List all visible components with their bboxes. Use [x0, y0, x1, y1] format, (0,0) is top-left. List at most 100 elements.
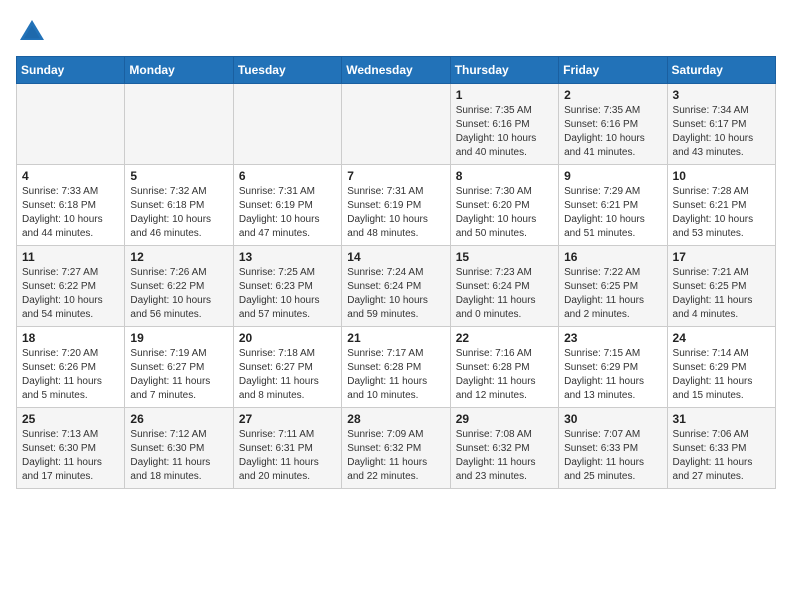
day-info: Sunrise: 7:07 AM Sunset: 6:33 PM Dayligh… [564, 428, 661, 484]
day-info: Sunrise: 7:25 AM Sunset: 6:23 PM Dayligh… [239, 266, 336, 322]
day-info: Sunrise: 7:27 AM Sunset: 6:22 PM Dayligh… [22, 266, 119, 322]
calendar-day-cell: 31 Sunrise: 7:06 AM Sunset: 6:33 PM Dayli… [667, 408, 775, 489]
calendar-header-row: SundayMondayTuesdayWednesdayThursdayFrid… [17, 57, 776, 84]
day-number: 21 [347, 331, 444, 345]
calendar-week-row: 1 Sunrise: 7:35 AM Sunset: 6:16 PM Daylig… [17, 84, 776, 165]
day-info: Sunrise: 7:22 AM Sunset: 6:25 PM Dayligh… [564, 266, 661, 322]
calendar-day-cell: 23Sunrise: 7:15 AM Sunset: 6:29 PM Dayli… [559, 327, 667, 408]
day-number: 2 [564, 88, 661, 102]
calendar-day-cell: 1 Sunrise: 7:35 AM Sunset: 6:16 PM Daylig… [450, 84, 558, 165]
day-number: 14 [347, 250, 444, 264]
column-header-sunday: Sunday [17, 57, 125, 84]
calendar-day-cell: 10 Sunrise: 7:28 AM Sunset: 6:21 PM Dayli… [667, 165, 775, 246]
calendar-day-cell [17, 84, 125, 165]
day-number: 12 [130, 250, 227, 264]
day-info: Sunrise: 7:16 AM Sunset: 6:28 PM Dayligh… [456, 347, 553, 403]
calendar-day-cell: 6Sunrise: 7:31 AM Sunset: 6:19 PM Daylig… [233, 165, 341, 246]
calendar-day-cell: 9 Sunrise: 7:29 AM Sunset: 6:21 PM Daylig… [559, 165, 667, 246]
calendar-day-cell: 16 Sunrise: 7:22 AM Sunset: 6:25 PM Dayli… [559, 246, 667, 327]
day-number: 19 [130, 331, 227, 345]
day-info: Sunrise: 7:15 AM Sunset: 6:29 PM Dayligh… [564, 347, 661, 403]
day-info: Sunrise: 7:33 AM Sunset: 6:18 PM Dayligh… [22, 185, 119, 241]
day-info: Sunrise: 7:08 AM Sunset: 6:32 PM Dayligh… [456, 428, 553, 484]
calendar-day-cell: 4 Sunrise: 7:33 AM Sunset: 6:18 PM Daylig… [17, 165, 125, 246]
day-info: Sunrise: 7:11 AM Sunset: 6:31 PM Dayligh… [239, 428, 336, 484]
day-info: Sunrise: 7:30 AM Sunset: 6:20 PM Dayligh… [456, 185, 553, 241]
calendar-week-row: 11 Sunrise: 7:27 AM Sunset: 6:22 PM Dayli… [17, 246, 776, 327]
calendar-day-cell: 21 Sunrise: 7:17 AM Sunset: 6:28 PM Dayli… [342, 327, 450, 408]
day-number: 10 [673, 169, 770, 183]
day-number: 22 [456, 331, 553, 345]
column-header-thursday: Thursday [450, 57, 558, 84]
calendar-table: SundayMondayTuesdayWednesdayThursdayFrid… [16, 56, 776, 489]
day-info: Sunrise: 7:21 AM Sunset: 6:25 PM Dayligh… [673, 266, 770, 322]
calendar-week-row: 25Sunrise: 7:13 AM Sunset: 6:30 PM Dayli… [17, 408, 776, 489]
day-number: 8 [456, 169, 553, 183]
day-number: 6 [239, 169, 336, 183]
calendar-day-cell: 20 Sunrise: 7:18 AM Sunset: 6:27 PM Dayli… [233, 327, 341, 408]
column-header-tuesday: Tuesday [233, 57, 341, 84]
calendar-day-cell [233, 84, 341, 165]
column-header-friday: Friday [559, 57, 667, 84]
day-number: 27 [239, 412, 336, 426]
day-number: 1 [456, 88, 553, 102]
calendar-day-cell: 17 Sunrise: 7:21 AM Sunset: 6:25 PM Dayli… [667, 246, 775, 327]
day-number: 11 [22, 250, 119, 264]
day-info: Sunrise: 7:34 AM Sunset: 6:17 PM Dayligh… [673, 104, 770, 160]
day-info: Sunrise: 7:06 AM Sunset: 6:33 PM Dayligh… [673, 428, 770, 484]
day-number: 5 [130, 169, 227, 183]
day-info: Sunrise: 7:23 AM Sunset: 6:24 PM Dayligh… [456, 266, 553, 322]
day-info: Sunrise: 7:26 AM Sunset: 6:22 PM Dayligh… [130, 266, 227, 322]
day-info: Sunrise: 7:09 AM Sunset: 6:32 PM Dayligh… [347, 428, 444, 484]
day-number: 17 [673, 250, 770, 264]
day-number: 26 [130, 412, 227, 426]
day-info: Sunrise: 7:19 AM Sunset: 6:27 PM Dayligh… [130, 347, 227, 403]
day-info: Sunrise: 7:31 AM Sunset: 6:19 PM Dayligh… [347, 185, 444, 241]
calendar-day-cell: 11 Sunrise: 7:27 AM Sunset: 6:22 PM Dayli… [17, 246, 125, 327]
calendar-day-cell: 8 Sunrise: 7:30 AM Sunset: 6:20 PM Daylig… [450, 165, 558, 246]
day-info: Sunrise: 7:17 AM Sunset: 6:28 PM Dayligh… [347, 347, 444, 403]
calendar-day-cell: 25Sunrise: 7:13 AM Sunset: 6:30 PM Dayli… [17, 408, 125, 489]
calendar-day-cell: 5 Sunrise: 7:32 AM Sunset: 6:18 PM Daylig… [125, 165, 233, 246]
day-number: 4 [22, 169, 119, 183]
calendar-day-cell [342, 84, 450, 165]
column-header-saturday: Saturday [667, 57, 775, 84]
calendar-day-cell: 12 Sunrise: 7:26 AM Sunset: 6:22 PM Dayli… [125, 246, 233, 327]
day-info: Sunrise: 7:28 AM Sunset: 6:21 PM Dayligh… [673, 185, 770, 241]
logo-icon [16, 16, 48, 48]
calendar-day-cell: 15 Sunrise: 7:23 AM Sunset: 6:24 PM Dayli… [450, 246, 558, 327]
day-number: 28 [347, 412, 444, 426]
day-number: 18 [22, 331, 119, 345]
day-info: Sunrise: 7:35 AM Sunset: 6:16 PM Dayligh… [456, 104, 553, 160]
day-number: 20 [239, 331, 336, 345]
day-number: 13 [239, 250, 336, 264]
day-number: 29 [456, 412, 553, 426]
day-info: Sunrise: 7:18 AM Sunset: 6:27 PM Dayligh… [239, 347, 336, 403]
day-info: Sunrise: 7:32 AM Sunset: 6:18 PM Dayligh… [130, 185, 227, 241]
calendar-day-cell: 19 Sunrise: 7:19 AM Sunset: 6:27 PM Dayli… [125, 327, 233, 408]
day-number: 3 [673, 88, 770, 102]
day-info: Sunrise: 7:12 AM Sunset: 6:30 PM Dayligh… [130, 428, 227, 484]
logo [16, 16, 52, 48]
day-info: Sunrise: 7:35 AM Sunset: 6:16 PM Dayligh… [564, 104, 661, 160]
column-header-wednesday: Wednesday [342, 57, 450, 84]
calendar-day-cell: 24Sunrise: 7:14 AM Sunset: 6:29 PM Dayli… [667, 327, 775, 408]
calendar-day-cell: 22 Sunrise: 7:16 AM Sunset: 6:28 PM Dayli… [450, 327, 558, 408]
day-number: 16 [564, 250, 661, 264]
calendar-day-cell: 7Sunrise: 7:31 AM Sunset: 6:19 PM Daylig… [342, 165, 450, 246]
calendar-day-cell: 28 Sunrise: 7:09 AM Sunset: 6:32 PM Dayli… [342, 408, 450, 489]
day-number: 9 [564, 169, 661, 183]
day-number: 31 [673, 412, 770, 426]
calendar-day-cell: 2 Sunrise: 7:35 AM Sunset: 6:16 PM Daylig… [559, 84, 667, 165]
day-number: 24 [673, 331, 770, 345]
calendar-week-row: 18 Sunrise: 7:20 AM Sunset: 6:26 PM Dayli… [17, 327, 776, 408]
calendar-week-row: 4 Sunrise: 7:33 AM Sunset: 6:18 PM Daylig… [17, 165, 776, 246]
day-info: Sunrise: 7:20 AM Sunset: 6:26 PM Dayligh… [22, 347, 119, 403]
calendar-day-cell: 27 Sunrise: 7:11 AM Sunset: 6:31 PM Dayli… [233, 408, 341, 489]
day-info: Sunrise: 7:29 AM Sunset: 6:21 PM Dayligh… [564, 185, 661, 241]
calendar-day-cell: 3 Sunrise: 7:34 AM Sunset: 6:17 PM Daylig… [667, 84, 775, 165]
day-info: Sunrise: 7:13 AM Sunset: 6:30 PM Dayligh… [22, 428, 119, 484]
calendar-day-cell: 18 Sunrise: 7:20 AM Sunset: 6:26 PM Dayli… [17, 327, 125, 408]
calendar-day-cell: 29 Sunrise: 7:08 AM Sunset: 6:32 PM Dayli… [450, 408, 558, 489]
day-number: 15 [456, 250, 553, 264]
